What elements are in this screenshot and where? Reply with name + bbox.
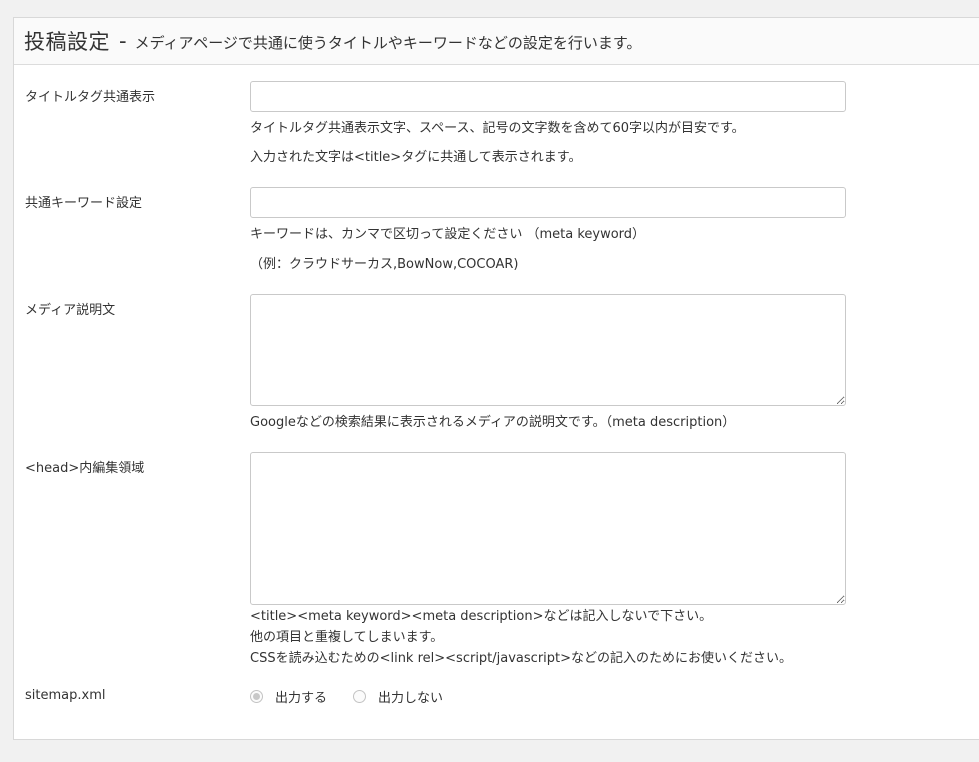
panel-header: 投稿設定 - メディアページで共通に使うタイトルやキーワードなどの設定を行います… <box>14 18 979 65</box>
description-textarea[interactable] <box>250 294 846 406</box>
sitemap-output-label: 出力する <box>275 691 328 706</box>
panel-title: 投稿設定 <box>24 30 110 54</box>
sitemap-no-output-option[interactable]: 出力しない <box>353 687 443 706</box>
head-edit-help-1: <title><meta keyword><meta description>な… <box>250 609 713 624</box>
post-settings-panel: 投稿設定 - メディアページで共通に使うタイトルやキーワードなどの設定を行います… <box>13 17 979 740</box>
sitemap-output-option[interactable]: 出力する <box>250 687 327 706</box>
title-tag-input[interactable] <box>250 81 846 112</box>
panel-subtitle: メディアページで共通に使うタイトルやキーワードなどの設定を行います。 <box>134 34 642 52</box>
title-tag-help-1: タイトルタグ共通表示文字、スペース、記号の文字数を含めて60字以内が目安です。 <box>250 121 745 136</box>
title-separator: - <box>119 29 127 53</box>
keywords-help-2: （例：クラウドサーカス,BowNow,COCOAR) <box>250 257 519 272</box>
head-edit-help-2: 他の項目と重複してしまいます。 <box>250 630 444 645</box>
sitemap-label: sitemap.xml <box>25 688 106 703</box>
head-edit-label: <head>内編集領域 <box>25 461 145 476</box>
sitemap-no-output-radio[interactable] <box>353 690 367 703</box>
title-tag-help-2: 入力された文字は<title>タグに共通して表示されます。 <box>250 150 582 165</box>
sitemap-no-output-label: 出力しない <box>378 691 444 706</box>
head-edit-textarea[interactable] <box>250 452 846 605</box>
head-edit-help-3: CSSを読み込むための<link rel><script/javascript>… <box>250 651 793 666</box>
description-label: メディア説明文 <box>25 303 116 318</box>
sitemap-output-radio[interactable] <box>250 690 263 703</box>
keywords-input[interactable] <box>250 187 846 218</box>
title-tag-label: タイトルタグ共通表示 <box>25 90 156 105</box>
keywords-help-1: キーワードは、カンマで区切って設定ください （meta keyword） <box>250 227 646 242</box>
description-help: Googleなどの検索結果に表示されるメディアの説明文です。（meta desc… <box>250 415 736 430</box>
sitemap-radio-group: 出力する 出力しない <box>250 687 469 706</box>
keywords-label: 共通キーワード設定 <box>25 196 143 211</box>
